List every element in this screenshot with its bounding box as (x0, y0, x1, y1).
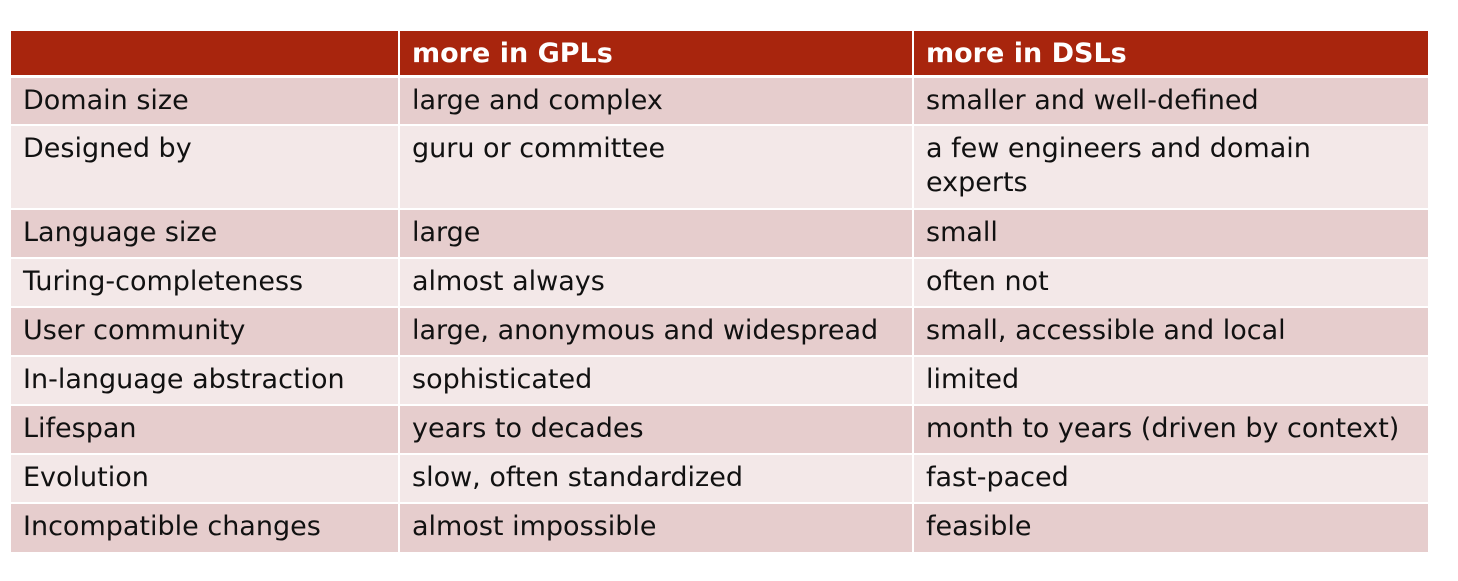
table-row: User community large, anonymous and wide… (11, 306, 1428, 356)
row-label: Language size (11, 208, 399, 258)
table-row: In-language abstraction sophisticated li… (11, 355, 1428, 405)
table-row: Lifespan years to decades month to years… (11, 404, 1428, 454)
table-row: Evolution slow, often standardized fast-… (11, 453, 1428, 503)
dsl-cell: limited (912, 355, 1428, 405)
table-row: Designed by guru or committee a few engi… (11, 124, 1428, 209)
row-label: Lifespan (11, 404, 399, 454)
header-cell-gpls: more in GPLs (398, 31, 913, 78)
row-label: Incompatible changes (11, 502, 399, 552)
gpl-cell: large (398, 208, 913, 258)
table-row: Turing-completeness almost always often … (11, 257, 1428, 307)
header-row: more in GPLs more in DSLs (11, 31, 1428, 78)
gpl-cell: large and complex (398, 75, 913, 125)
dsl-cell: month to years (driven by context) (912, 404, 1428, 454)
row-label: Turing-completeness (11, 257, 399, 307)
row-label: In-language abstraction (11, 355, 399, 405)
dsl-cell: feasible (912, 502, 1428, 552)
gpl-cell: years to decades (398, 404, 913, 454)
header-cell-empty (11, 31, 399, 78)
gpl-vs-dsl-table: more in GPLs more in DSLs Domain size la… (11, 31, 1428, 552)
dsl-cell: small (912, 208, 1428, 258)
dsl-cell: smaller and well-defined (912, 75, 1428, 125)
row-label: User community (11, 306, 399, 356)
gpl-cell: large, anonymous and widespread (398, 306, 913, 356)
table-row: Incompatible changes almost impossible f… (11, 502, 1428, 552)
row-label: Designed by (11, 124, 399, 209)
row-label: Domain size (11, 75, 399, 125)
dsl-cell: fast-paced (912, 453, 1428, 503)
header-cell-dsls: more in DSLs (912, 31, 1428, 78)
gpl-cell: almost always (398, 257, 913, 307)
table-row: Language size large small (11, 208, 1428, 258)
dsl-cell: a few engineers and domain experts (912, 124, 1428, 209)
gpl-cell: guru or committee (398, 124, 913, 209)
dsl-cell: small, accessible and local (912, 306, 1428, 356)
gpl-cell: slow, often standardized (398, 453, 913, 503)
gpl-cell: sophisticated (398, 355, 913, 405)
comparison-table-container: more in GPLs more in DSLs Domain size la… (11, 31, 1428, 552)
gpl-cell: almost impossible (398, 502, 913, 552)
row-label: Evolution (11, 453, 399, 503)
dsl-cell: often not (912, 257, 1428, 307)
table-row: Domain size large and complex smaller an… (11, 75, 1428, 125)
